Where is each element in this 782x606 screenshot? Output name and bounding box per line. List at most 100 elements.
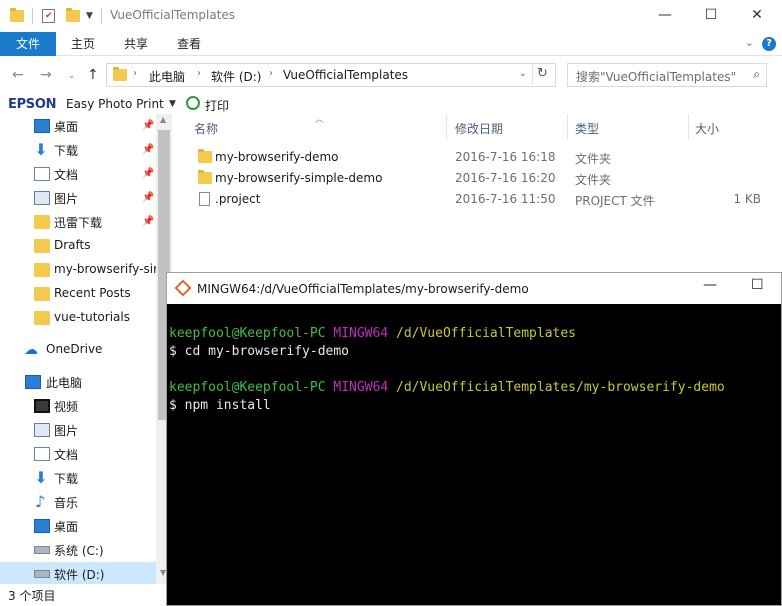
tab-share[interactable]: 共享: [124, 32, 148, 56]
address-history-chevron-icon[interactable]: ⌄: [519, 69, 527, 79]
sidebar-item-pictures[interactable]: 图片 📌: [0, 186, 156, 210]
sidebar-item-vue-tutorials[interactable]: vue-tutorials: [0, 306, 156, 330]
terminal-title-bar[interactable]: MINGW64:/d/VueOfficialTemplates/my-brows…: [167, 273, 781, 304]
ribbon: 文件 主页 共享 查看 ⌄ ?: [0, 32, 782, 56]
sidebar-item-my-browserify[interactable]: my-browserify-sir: [0, 258, 158, 282]
search-input[interactable]: 搜索"VueOfficialTemplates" ⌕: [567, 63, 767, 87]
sidebar-item-this-pc[interactable]: 此电脑: [0, 370, 156, 394]
sidebar-item-onedrive[interactable]: ☁ OneDrive: [0, 338, 156, 362]
folder-icon: [198, 170, 212, 184]
table-row[interactable]: my-browserify-simple-demo 2016-7-16 16:2…: [192, 168, 772, 189]
tab-file[interactable]: 文件: [0, 32, 56, 56]
breadcrumb-current-folder[interactable]: VueOfficialTemplates: [283, 68, 408, 82]
sidebar-item-drive-d[interactable]: 软件 (D:): [0, 562, 156, 584]
column-divider[interactable]: [688, 114, 689, 140]
sidebar-item-documents-2[interactable]: 文档: [0, 442, 156, 466]
address-bar[interactable]: › 此电脑 › 软件 (D:) › VueOfficialTemplates ⌄…: [106, 63, 556, 87]
scroll-up-icon[interactable]: ▲: [160, 115, 166, 124]
sidebar-item-label: 音乐: [54, 496, 79, 510]
prompt-env: MINGW64: [333, 380, 389, 395]
new-folder-icon[interactable]: [66, 7, 80, 25]
breadcrumb-this-pc[interactable]: 此电脑: [149, 68, 185, 85]
sidebar-item-recent-posts[interactable]: Recent Posts: [0, 282, 156, 306]
column-divider[interactable]: [567, 114, 568, 140]
sidebar-item-pictures-2[interactable]: 图片: [0, 418, 156, 442]
sidebar-item-downloads-2[interactable]: ⬇ 下载: [0, 466, 156, 490]
breadcrumb-separator-icon[interactable]: ›: [133, 68, 137, 79]
pin-icon[interactable]: 📌: [142, 192, 154, 203]
up-arrow-icon[interactable]: ↑: [87, 67, 99, 83]
sidebar-item-desktop[interactable]: 桌面 📌: [0, 114, 156, 138]
column-header-type[interactable]: 类型: [575, 120, 599, 137]
close-button[interactable]: ✕: [734, 0, 780, 30]
item-count: 3 个项目: [8, 589, 56, 603]
column-divider[interactable]: [446, 114, 447, 140]
easy-photo-print-button[interactable]: Easy Photo Print: [66, 97, 164, 111]
print-button[interactable]: 打印: [205, 97, 229, 114]
breadcrumb-drive-d[interactable]: 软件 (D:): [211, 68, 261, 85]
picture-icon: [34, 191, 50, 205]
desktop-icon: [34, 119, 50, 133]
sidebar-item-label: 文档: [54, 448, 79, 462]
sidebar-item-drive-c[interactable]: 系统 (C:): [0, 538, 156, 562]
print-icon[interactable]: [186, 96, 200, 110]
refresh-icon[interactable]: ↻: [537, 66, 548, 81]
back-arrow-icon[interactable]: ←: [12, 67, 24, 83]
help-icon[interactable]: ?: [762, 37, 776, 51]
sidebar-item-label: 迅雷下载: [54, 216, 103, 230]
file-date: 2016-7-16 11:50: [455, 192, 556, 206]
pin-icon[interactable]: 📌: [142, 168, 154, 179]
pin-icon[interactable]: 📌: [142, 120, 154, 131]
sidebar-item-label: OneDrive: [46, 342, 103, 356]
pin-icon[interactable]: 📌: [142, 216, 154, 227]
sort-ascending-icon: ︿: [315, 115, 325, 125]
sidebar-item-videos[interactable]: 视频: [0, 394, 156, 418]
folder-icon: [198, 149, 212, 163]
document-icon: [34, 447, 50, 461]
sidebar-item-drafts[interactable]: Drafts: [0, 234, 156, 258]
folder-icon: [34, 311, 50, 325]
sidebar-item-label: 桌面: [54, 520, 79, 534]
sidebar-item-documents[interactable]: 文档 📌: [0, 162, 156, 186]
terminal-window[interactable]: MINGW64:/d/VueOfficialTemplates/my-brows…: [166, 272, 782, 606]
prompt-path: /d/VueOfficialTemplates/my-browserify-de…: [396, 380, 725, 395]
maximize-button[interactable]: ☐: [688, 0, 734, 30]
sidebar-item-thunder-downloads[interactable]: 迅雷下载 📌: [0, 210, 156, 234]
folder-icon[interactable]: [10, 7, 24, 25]
music-icon: ♪: [35, 492, 46, 511]
prompt-path: /d/VueOfficialTemplates: [396, 326, 577, 341]
column-header-date[interactable]: 修改日期: [455, 120, 503, 137]
table-row[interactable]: .project 2016-7-16 11:50 PROJECT 文件 1 KB: [192, 189, 772, 210]
toolbar-divider: [32, 8, 33, 24]
terminal-title: MINGW64:/d/VueOfficialTemplates/my-brows…: [197, 282, 529, 296]
folder-icon: [34, 287, 50, 301]
recent-chevron-icon[interactable]: ⌄: [68, 71, 76, 81]
sidebar-item-downloads[interactable]: ⬇ 下载 📌: [0, 138, 156, 162]
search-icon[interactable]: ⌕: [753, 67, 760, 82]
maximize-button[interactable]: ☐: [751, 277, 764, 293]
minimize-button[interactable]: —: [642, 0, 688, 30]
breadcrumb-separator-icon[interactable]: ›: [269, 68, 273, 79]
sidebar-item-label: Recent Posts: [54, 286, 131, 300]
chevron-down-icon[interactable]: ▼: [169, 99, 176, 109]
pin-icon[interactable]: 📌: [142, 144, 154, 155]
sidebar-item-desktop-2[interactable]: 桌面: [0, 514, 156, 538]
chevron-down-icon[interactable]: ▼: [86, 7, 93, 25]
chevron-down-icon[interactable]: ⌄: [745, 36, 754, 49]
sidebar-item-label: 系统 (C:): [54, 544, 104, 558]
desktop-icon: [34, 519, 50, 533]
properties-icon[interactable]: ✔: [42, 7, 55, 25]
folder-icon: [34, 239, 50, 253]
sidebar-item-music[interactable]: ♪ 音乐: [0, 490, 156, 514]
tab-view[interactable]: 查看: [177, 32, 201, 56]
tab-home[interactable]: 主页: [71, 32, 95, 56]
sidebar-item-label: 软件 (D:): [54, 568, 105, 582]
minimize-button[interactable]: —: [703, 277, 717, 293]
sidebar-item-label: 下载: [54, 144, 79, 158]
terminal-output[interactable]: keepfool@Keepfool-PC MINGW64 /d/VueOffic…: [167, 304, 781, 605]
forward-arrow-icon[interactable]: →: [40, 67, 52, 83]
column-header-size[interactable]: 大小: [695, 120, 719, 137]
breadcrumb-separator-icon[interactable]: ›: [197, 68, 201, 79]
column-header-name[interactable]: 名称: [194, 120, 218, 137]
table-row[interactable]: my-browserify-demo 2016-7-16 16:18 文件夹: [192, 147, 772, 168]
